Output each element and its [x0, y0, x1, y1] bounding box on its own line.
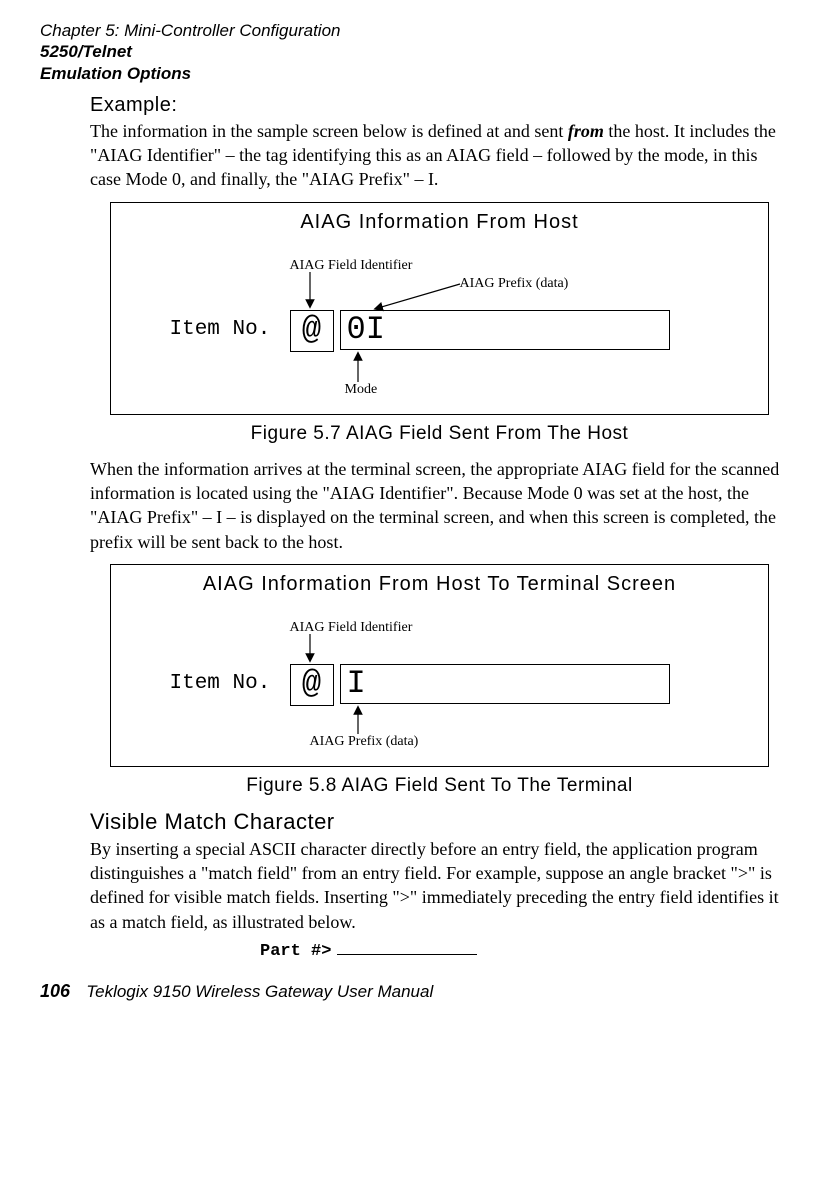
book-title: Teklogix 9150 Wireless Gateway User Manu…: [86, 982, 433, 1001]
figure-2-caption: Figure 5.8 AIAG Field Sent To The Termin…: [90, 775, 789, 797]
figure-1-title: AIAG Information From Host: [121, 211, 758, 234]
example-heading: Example:: [90, 94, 789, 117]
figure-2-box: AIAG Information From Host To Terminal S…: [110, 564, 769, 767]
figure-1-box: AIAG Information From Host AIAG Field Id…: [110, 202, 769, 415]
header-sub2: Emulation Options: [40, 63, 789, 84]
part-blank-line: [337, 954, 477, 955]
part-number-example: Part #>: [260, 942, 789, 961]
header-sub1: 5250/Telnet: [40, 41, 789, 62]
part-label: Part #>: [260, 942, 331, 961]
page-number: 106: [40, 981, 70, 1001]
figure-1-diagram: AIAG Field Identifier AIAG Prefix (data)…: [160, 240, 720, 400]
para1-em: from: [568, 121, 604, 141]
figure-1-caption: Figure 5.7 AIAG Field Sent From The Host: [90, 423, 789, 445]
para1-pre: The information in the sample screen bel…: [90, 121, 568, 141]
chapter-title: Chapter 5: Mini-Controller Configuration: [40, 20, 789, 41]
figure-2-arrows: [160, 602, 720, 752]
visible-match-heading: Visible Match Character: [90, 809, 789, 835]
page-footer: 106 Teklogix 9150 Wireless Gateway User …: [40, 981, 789, 1002]
paragraph-3: By inserting a special ASCII character d…: [90, 837, 789, 934]
figure-2-title: AIAG Information From Host To Terminal S…: [121, 573, 758, 596]
page-header: Chapter 5: Mini-Controller Configuration…: [40, 20, 789, 84]
paragraph-2: When the information arrives at the term…: [90, 457, 789, 554]
figure-2-diagram: AIAG Field Identifier Item No. @ I AIAG …: [160, 602, 720, 752]
figure-1-arrows: [160, 240, 720, 400]
paragraph-1: The information in the sample screen bel…: [90, 119, 789, 192]
